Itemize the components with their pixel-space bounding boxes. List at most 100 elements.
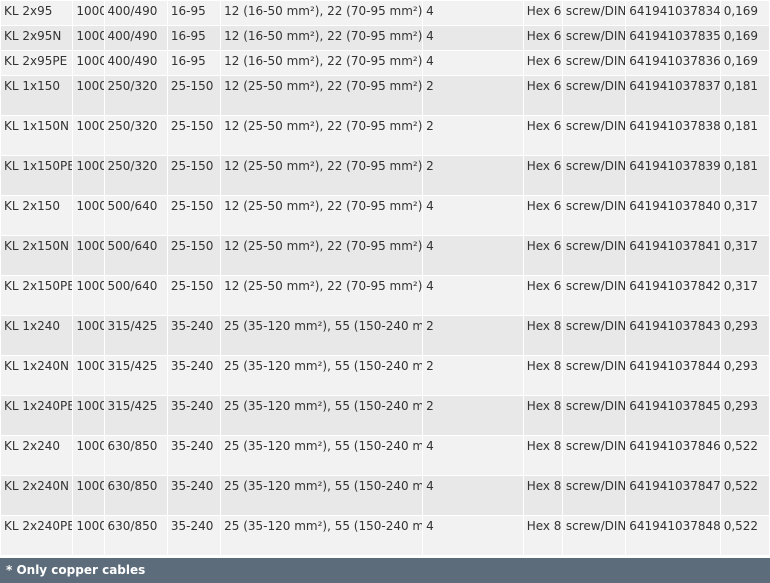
cell-current: 500/640 [104,236,167,275]
table-row: KL 2x150 1000 500/640 25-150 12 (25-50 m… [1,196,769,235]
cell-qty: 4 [423,236,523,275]
cell-torque: 12 (25-50 mm²), 22 (70-95 mm²), 38 (120-… [221,116,423,155]
cell-voltage: 1000 [73,356,104,395]
cell-torque: 12 (16-50 mm²), 22 (70-95 mm²) [221,26,423,50]
cell-current: 315/425 [104,396,167,435]
cell-current: 250/320 [104,116,167,155]
cell-mount: screw/DIN [562,76,626,115]
cell-qty: 2 [423,116,523,155]
cell-weight: 0,181 [720,116,769,155]
cell-current: 315/425 [104,356,167,395]
cell-model: KL 2x240N [1,476,73,515]
cell-voltage: 1000 [73,476,104,515]
cell-voltage: 1000 [73,516,104,555]
cell-mount: screw/DIN [562,116,626,155]
cell-range: 25-150 [167,236,221,275]
cell-ean: 6419410378441 [626,356,720,395]
cell-model: KL 1x150PE [1,156,73,195]
cell-tool: Hex 6 [523,1,562,25]
cell-torque: 12 (25-50 mm²), 22 (70-95 mm²), 38 (120-… [221,236,423,275]
cell-current: 400/490 [104,1,167,25]
cell-ean: 6419410378458 [626,396,720,435]
cell-range: 35-240 [167,396,221,435]
cell-model: KL 2x95PE [1,51,73,75]
cell-voltage: 1000 [73,196,104,235]
cell-weight: 0,293 [720,316,769,355]
cell-ean: 6419410378366 [626,51,720,75]
cell-weight: 0,169 [720,1,769,25]
cell-ean: 6419410378489 [626,516,720,555]
cell-qty: 4 [423,196,523,235]
cell-ean: 6419410378373 [626,76,720,115]
cell-weight: 0,169 [720,26,769,50]
cell-mount: screw/DIN [562,26,626,50]
cell-model: KL 2x150 [1,196,73,235]
cell-mount: screw/DIN [562,316,626,355]
cell-range: 25-150 [167,276,221,315]
cell-weight: 0,317 [720,196,769,235]
table-row: KL 2x95PE 1000 400/490 16-95 12 (16-50 m… [1,51,769,75]
cell-voltage: 1000 [73,76,104,115]
cell-range: 16-95 [167,1,221,25]
cell-range: 35-240 [167,316,221,355]
cell-qty: 4 [423,26,523,50]
cell-voltage: 1000 [73,236,104,275]
table-row: KL 2x240N 1000 630/850 35-240 25 (35-120… [1,476,769,515]
table-row: KL 2x150N 1000 500/640 25-150 12 (25-50 … [1,236,769,275]
table-row: KL 2x95 1000 400/490 16-95 12 (16-50 mm²… [1,1,769,25]
cell-voltage: 1000 [73,276,104,315]
cell-qty: 2 [423,156,523,195]
spec-table-body: KL 2x95 1000 400/490 16-95 12 (16-50 mm²… [1,1,769,555]
cell-range: 35-240 [167,436,221,475]
cell-weight: 0,169 [720,51,769,75]
cell-qty: 2 [423,356,523,395]
cell-range: 25-150 [167,76,221,115]
cell-ean: 6419410378410 [626,236,720,275]
cell-voltage: 1000 [73,156,104,195]
cell-range: 25-150 [167,156,221,195]
cell-weight: 0,317 [720,276,769,315]
cell-tool: Hex 8 [523,356,562,395]
cell-weight: 0,293 [720,356,769,395]
cell-weight: 0,181 [720,76,769,115]
cell-current: 630/850 [104,436,167,475]
cell-range: 35-240 [167,356,221,395]
cell-current: 630/850 [104,476,167,515]
cell-tool: Hex 6 [523,116,562,155]
cell-tool: Hex 6 [523,196,562,235]
cell-mount: screw/DIN [562,1,626,25]
cell-weight: 0,522 [720,476,769,515]
cell-mount: screw/DIN [562,156,626,195]
cell-tool: Hex 8 [523,316,562,355]
cell-qty: 2 [423,76,523,115]
table-row: KL 1x150PE 1000 250/320 25-150 12 (25-50… [1,156,769,195]
cell-current: 630/850 [104,516,167,555]
table-row: KL 2x150PE 1000 500/640 25-150 12 (25-50… [1,276,769,315]
spec-table: KL 2x95 1000 400/490 16-95 12 (16-50 mm²… [0,0,770,556]
cell-tool: Hex 6 [523,276,562,315]
cell-qty: 4 [423,1,523,25]
cell-current: 250/320 [104,156,167,195]
cell-model: KL 2x150N [1,236,73,275]
cell-range: 25-150 [167,196,221,235]
cell-ean: 6419410378342 [626,1,720,25]
cell-qty: 2 [423,316,523,355]
cell-mount: screw/DIN [562,476,626,515]
footnote-text: * Only copper cables [6,563,146,577]
product-spec-page: KL 2x95 1000 400/490 16-95 12 (16-50 mm²… [0,0,770,583]
cell-weight: 0,181 [720,156,769,195]
table-row: KL 2x95N 1000 400/490 16-95 12 (16-50 mm… [1,26,769,50]
cell-tool: Hex 8 [523,436,562,475]
cell-range: 16-95 [167,51,221,75]
cell-current: 250/320 [104,76,167,115]
cell-torque: 25 (35-120 mm²), 55 (150-240 mm²) [221,476,423,515]
cell-ean: 6419410378465 [626,436,720,475]
cell-voltage: 1000 [73,316,104,355]
cell-ean: 6419410378380 [626,116,720,155]
cell-torque: 12 (25-50 mm²), 22 (70-95 mm²), 38 (120-… [221,196,423,235]
cell-ean: 6419410378427 [626,276,720,315]
cell-voltage: 1000 [73,51,104,75]
table-row: KL 1x240 1000 315/425 35-240 25 (35-120 … [1,316,769,355]
cell-mount: screw/DIN [562,236,626,275]
cell-model: KL 1x150 [1,76,73,115]
